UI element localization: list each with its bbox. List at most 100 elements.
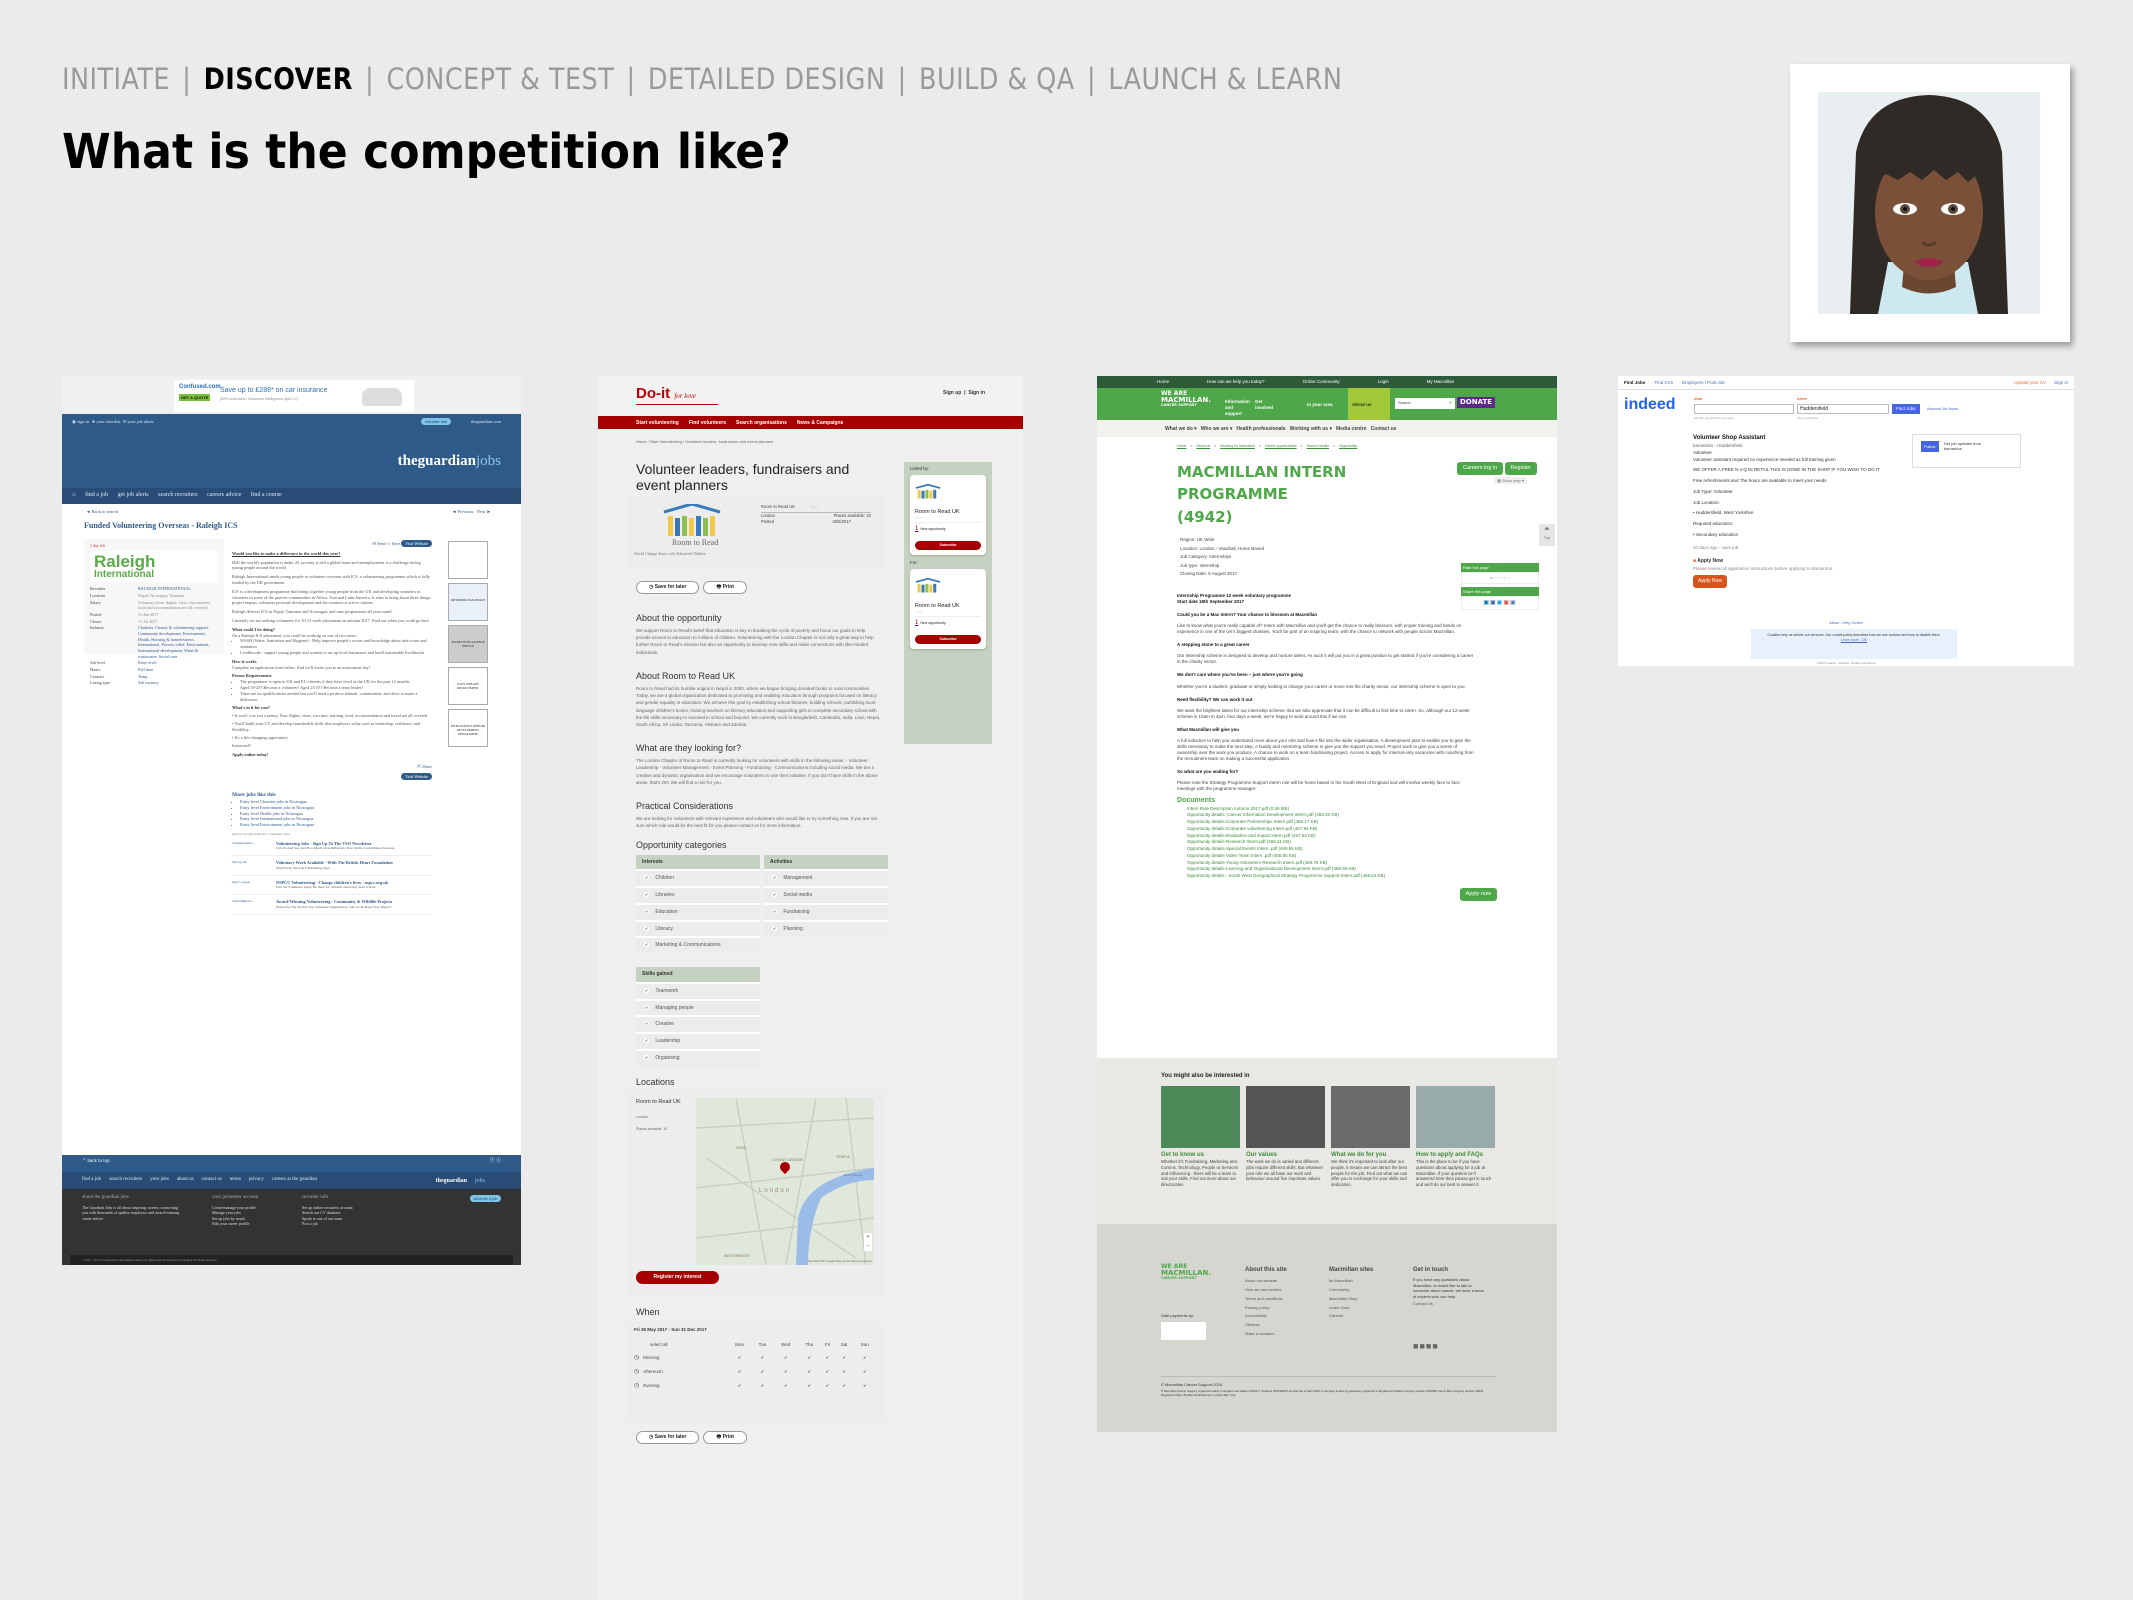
visit-website-button[interactable]: Visit Website bbox=[401, 540, 432, 547]
footer-nav-link[interactable]: privacy bbox=[249, 1177, 264, 1182]
nav-job-alerts[interactable]: get job alerts bbox=[118, 492, 149, 498]
availability-check[interactable]: ✔ bbox=[820, 1379, 835, 1393]
ad-item[interactable]: bhf.org.uk Voluntary Work Available - Wit… bbox=[232, 856, 432, 876]
footer-link[interactable]: Sitemap bbox=[1245, 1321, 1320, 1330]
availability-check[interactable]: ✔ bbox=[820, 1365, 835, 1379]
register-button[interactable]: Register bbox=[1504, 462, 1537, 476]
topbar-link[interactable]: Login bbox=[1378, 379, 1389, 384]
subnav-link[interactable]: Contact us bbox=[1371, 426, 1397, 432]
ad-banner[interactable]: Confused.com GET A QUOTE Save up to £288… bbox=[62, 376, 521, 414]
document-link[interactable]: Opportunity details-Corporate Partnershi… bbox=[1187, 819, 1477, 826]
detail-value[interactable]: Temp bbox=[138, 674, 147, 680]
subscribe-button[interactable]: Subscribe bbox=[915, 635, 981, 645]
footer-link[interactable]: Edit your career profile bbox=[212, 1221, 272, 1226]
availability-check[interactable]: ✔ bbox=[752, 1379, 773, 1393]
send-link[interactable]: Send bbox=[377, 541, 386, 546]
cookie-actions[interactable]: Learn more - OK bbox=[1761, 638, 1947, 643]
where-input[interactable]: Huddersfield bbox=[1797, 404, 1889, 414]
nav-careers-advice[interactable]: careers advice bbox=[207, 492, 241, 498]
nav-in-your-area[interactable]: In your area bbox=[1307, 402, 1333, 408]
donate-button[interactable]: DONATE bbox=[1457, 397, 1496, 409]
ymi-title[interactable]: Our values bbox=[1246, 1151, 1325, 1159]
ad-item[interactable]: nspcc.org.uk NSPCC Volunteering - Change … bbox=[232, 876, 432, 896]
side-ad[interactable]: EASY WEB APP RECRUITMENT bbox=[448, 667, 488, 705]
search-input[interactable]: Search ⚲ bbox=[1395, 398, 1455, 409]
document-link[interactable]: Opportunity details-Video Team Intern .p… bbox=[1187, 853, 1477, 860]
visit-website-button-bottom[interactable]: Visit Website bbox=[401, 772, 432, 780]
nav-item[interactable]: Find volunteers bbox=[689, 420, 726, 426]
subscribe-button[interactable]: Subscribe bbox=[915, 541, 981, 551]
availability-check[interactable]: ✔ bbox=[773, 1351, 799, 1365]
advertise-job-button[interactable]: advertise a job bbox=[469, 1195, 501, 1203]
document-link[interactable]: Opportunity details-Corporate volunteeri… bbox=[1187, 826, 1477, 833]
breadcrumb-link[interactable]: Working for Macmillan bbox=[1220, 444, 1255, 448]
apply-now-button[interactable]: Apply now bbox=[1459, 887, 1497, 902]
back-to-top-icon[interactable]: ⌃ bbox=[82, 1159, 86, 1164]
footer-logo[interactable]: WE ARE MACMILLAN. CANCER SUPPORT bbox=[1161, 1264, 1211, 1281]
side-ad[interactable]: METROPOLITAN POLICE bbox=[448, 583, 488, 621]
availability-check[interactable]: ✔ bbox=[835, 1365, 854, 1379]
org-card[interactable]: Room to Read UK ○○○ 1 New opportunity Subscr… bbox=[910, 475, 986, 556]
footer-link[interactable]: How we use cookies bbox=[1245, 1286, 1320, 1295]
availability-check[interactable]: ✔ bbox=[799, 1365, 821, 1379]
footer-link[interactable]: Post a job bbox=[302, 1221, 362, 1226]
breadcrumb-link[interactable]: Search results bbox=[1307, 444, 1329, 448]
document-link[interactable]: Opportunity details-Special Events Inter… bbox=[1187, 846, 1477, 853]
register-interest-button[interactable]: Register my interest bbox=[636, 1270, 719, 1284]
availability-check[interactable]: ✔ bbox=[727, 1351, 751, 1365]
footer-link[interactable]: Accessibility bbox=[1245, 1312, 1320, 1321]
guardian-site-link[interactable]: theguardian.com bbox=[471, 419, 501, 425]
list-item[interactable]: Entry level Environment jobs in Nicaragu… bbox=[240, 822, 432, 828]
pinterest-icon[interactable]: ■ bbox=[1432, 1341, 1438, 1351]
document-link[interactable]: Opportunity details-Research Intern.pdf … bbox=[1187, 839, 1477, 846]
topbar-link[interactable]: Home bbox=[1157, 379, 1169, 384]
footer-link[interactable]: be.Macmillan bbox=[1329, 1277, 1404, 1286]
document-link[interactable]: Opportunity details - South West Geograp… bbox=[1187, 873, 1477, 880]
document-link[interactable]: Intern Role Description Autumn 2017.pdf … bbox=[1187, 806, 1477, 813]
footer-link[interactable]: Contact Us bbox=[1413, 1300, 1488, 1309]
footer-logo[interactable]: theguardian jobs bbox=[436, 1177, 493, 1185]
print-button[interactable]: 🖶 Print bbox=[703, 581, 747, 594]
select-all-link[interactable]: select all bbox=[634, 1339, 727, 1351]
day-header[interactable]: Wed bbox=[773, 1339, 799, 1351]
save-link[interactable]: Save bbox=[392, 541, 400, 546]
save-for-later-button[interactable]: ◷ Save for later bbox=[636, 581, 700, 594]
ad-item[interactable]: vsointernation... Volunteering Jobs - Sig… bbox=[232, 837, 432, 857]
find-jobs-button[interactable]: Find Jobs bbox=[1892, 404, 1920, 414]
availability-check[interactable]: ✔ bbox=[835, 1379, 854, 1393]
nav-item[interactable]: News & Campaigns bbox=[797, 420, 843, 426]
availability-check[interactable]: ✔ bbox=[752, 1365, 773, 1379]
footer-nav-link[interactable]: contact us bbox=[202, 1177, 222, 1182]
document-link[interactable]: Opportunity details-Learning and Organis… bbox=[1187, 866, 1477, 873]
footer-links[interactable]: About - Help Centre bbox=[1618, 621, 2074, 626]
availability-check[interactable]: ✔ bbox=[773, 1365, 799, 1379]
nav-item[interactable]: Search organisations bbox=[736, 420, 787, 426]
shortlist-link[interactable]: your shortlist bbox=[97, 419, 121, 424]
twitter-icon[interactable]: ⓣ bbox=[496, 1159, 501, 1164]
nav-find-job[interactable]: find a job bbox=[85, 492, 108, 498]
footer-nav-link[interactable]: about us bbox=[177, 1177, 194, 1182]
side-ad[interactable]: INTELLIGENCE OFFICER DEVELOPMENT PROGRAM… bbox=[448, 709, 488, 747]
footer-nav-link[interactable]: careers at the guardian bbox=[272, 1177, 317, 1182]
job-alerts-link[interactable]: your job alerts bbox=[128, 419, 154, 424]
back-to-top-button[interactable]: ⏶ Top bbox=[1539, 524, 1555, 546]
what-input[interactable] bbox=[1694, 404, 1794, 414]
footer-link[interactable]: Privacy policy bbox=[1245, 1304, 1320, 1313]
nav-information-support[interactable]: Information and support bbox=[1225, 399, 1250, 417]
back-to-search-link[interactable]: ◄ Back to search bbox=[86, 509, 118, 515]
footer-link[interactable]: Terms and conditions bbox=[1245, 1295, 1320, 1304]
rating-stars[interactable]: ●☆☆☆☆☆ bbox=[1461, 572, 1539, 584]
ymi-title[interactable]: What we do for you bbox=[1331, 1151, 1410, 1159]
subnav-link[interactable]: Who we are ▾ bbox=[1201, 426, 1233, 432]
availability-check[interactable]: ✔ bbox=[820, 1351, 835, 1365]
topbar-link[interactable]: How can we help you today? bbox=[1207, 379, 1265, 384]
indeed-logo[interactable]: indeed bbox=[1624, 394, 1676, 416]
apply-now-button[interactable]: Apply Now bbox=[1693, 574, 1727, 588]
availability-check[interactable]: ✔ bbox=[835, 1351, 854, 1365]
ad-cta[interactable]: GET A QUOTE bbox=[179, 394, 211, 402]
subnav-link[interactable]: Working with us ▾ bbox=[1290, 426, 1332, 432]
availability-check[interactable]: ✔ bbox=[727, 1365, 751, 1379]
footer-nav-link[interactable]: find a job bbox=[82, 1177, 101, 1182]
day-header[interactable]: Tue bbox=[752, 1339, 773, 1351]
breadcrumb-link[interactable]: About us bbox=[1196, 444, 1210, 448]
